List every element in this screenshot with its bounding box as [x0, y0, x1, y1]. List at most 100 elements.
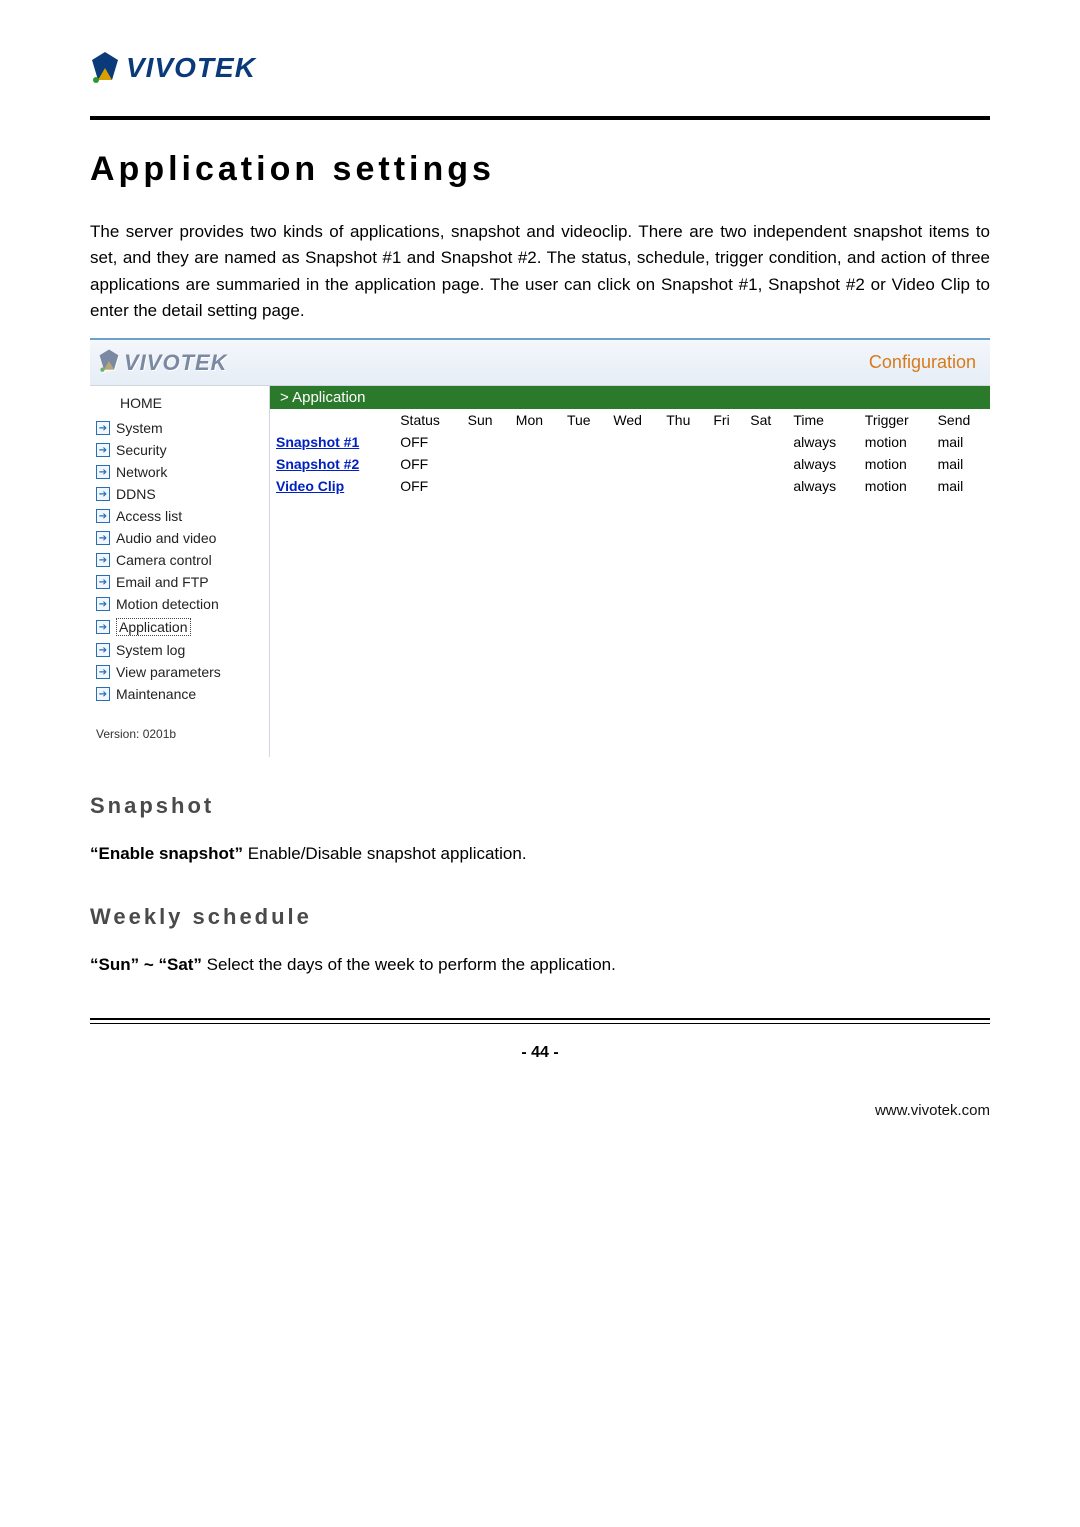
sidebar-item-ddns[interactable]: ➔ DDNS — [90, 483, 269, 505]
sidebar-item-home[interactable]: HOME — [90, 392, 269, 417]
col-sat: Sat — [744, 409, 787, 431]
time-cell: always — [787, 475, 858, 497]
sidebar-item-label: Application — [116, 618, 191, 636]
configuration-screenshot: VIVOTEK Configuration HOME ➔ System ➔ Se… — [90, 338, 990, 757]
sidebar-item-email-ftp[interactable]: ➔ Email and FTP — [90, 571, 269, 593]
videoclip-link[interactable]: Video Clip — [276, 478, 344, 494]
configuration-label: Configuration — [869, 352, 976, 373]
sidebar-item-label: System — [116, 420, 163, 436]
arrow-right-icon: ➔ — [96, 531, 110, 545]
status-cell: OFF — [394, 453, 461, 475]
application-table: Status Sun Mon Tue Wed Thu Fri Sat Time … — [270, 409, 990, 497]
sidebar-item-label: Email and FTP — [116, 574, 209, 590]
col-status: Status — [394, 409, 461, 431]
config-main: > Application Status Sun Mon Tue Wed Thu… — [270, 386, 990, 497]
arrow-right-icon: ➔ — [96, 687, 110, 701]
sidebar-item-label: Motion detection — [116, 596, 219, 612]
col-name — [270, 409, 394, 431]
sidebar-item-view-parameters[interactable]: ➔ View parameters — [90, 661, 269, 683]
page-number: - 44 - — [90, 1044, 990, 1062]
send-cell: mail — [932, 475, 990, 497]
sidebar-item-label: Camera control — [116, 552, 212, 568]
arrow-right-icon: ➔ — [96, 487, 110, 501]
snapshot1-link[interactable]: Snapshot #1 — [276, 434, 359, 450]
document-page: VIVOTEK Application settings The server … — [0, 0, 1080, 1159]
col-trigger: Trigger — [859, 409, 932, 431]
sidebar-item-label: HOME — [120, 395, 162, 411]
config-logo-icon — [98, 348, 120, 377]
trigger-cell: motion — [859, 453, 932, 475]
snapshot-line-text: Enable/Disable snapshot application. — [243, 844, 527, 863]
table-row: Snapshot #2 OFF always motion mail — [270, 453, 990, 475]
sidebar-item-security[interactable]: ➔ Security — [90, 439, 269, 461]
status-cell: OFF — [394, 431, 461, 453]
sidebar-version: Version: 0201b — [90, 705, 269, 747]
sidebar-item-audio-video[interactable]: ➔ Audio and video — [90, 527, 269, 549]
col-time: Time — [787, 409, 858, 431]
sidebar-item-motion-detection[interactable]: ➔ Motion detection — [90, 593, 269, 615]
sidebar-item-system[interactable]: ➔ System — [90, 417, 269, 439]
sidebar-item-label: System log — [116, 642, 185, 658]
divider-double — [90, 1018, 990, 1024]
sidebar-item-access-list[interactable]: ➔ Access list — [90, 505, 269, 527]
weekly-line-label: “Sun” ~ “Sat” — [90, 955, 202, 974]
sidebar-item-label: Audio and video — [116, 530, 216, 546]
table-row: Video Clip OFF always motion mail — [270, 475, 990, 497]
config-logo: VIVOTEK — [98, 348, 228, 377]
time-cell: always — [787, 431, 858, 453]
col-thu: Thu — [660, 409, 707, 431]
snapshot-line: “Enable snapshot” Enable/Disable snapsho… — [90, 841, 990, 867]
weekly-line: “Sun” ~ “Sat” Select the days of the wee… — [90, 952, 990, 978]
sidebar-item-camera-control[interactable]: ➔ Camera control — [90, 549, 269, 571]
arrow-right-icon: ➔ — [96, 465, 110, 479]
sidebar-item-label: DDNS — [116, 486, 156, 502]
page-title: Application settings — [90, 150, 990, 189]
vivotek-logo-icon — [90, 50, 120, 86]
config-sidebar: HOME ➔ System ➔ Security ➔ Network ➔ DDN… — [90, 386, 270, 757]
arrow-right-icon: ➔ — [96, 597, 110, 611]
arrow-right-icon: ➔ — [96, 620, 110, 634]
col-wed: Wed — [607, 409, 660, 431]
arrow-right-icon: ➔ — [96, 553, 110, 567]
table-header-row: Status Sun Mon Tue Wed Thu Fri Sat Time … — [270, 409, 990, 431]
send-cell: mail — [932, 431, 990, 453]
sidebar-item-label: View parameters — [116, 664, 221, 680]
vivotek-logo-text: VIVOTEK — [126, 52, 256, 84]
status-cell: OFF — [394, 475, 461, 497]
divider-thick — [90, 116, 990, 120]
breadcrumb: > Application — [270, 386, 990, 409]
table-row: Snapshot #1 OFF always motion mail — [270, 431, 990, 453]
snapshot-heading: Snapshot — [90, 793, 990, 819]
arrow-right-icon: ➔ — [96, 443, 110, 457]
sidebar-item-system-log[interactable]: ➔ System log — [90, 639, 269, 661]
col-mon: Mon — [510, 409, 561, 431]
sidebar-item-label: Network — [116, 464, 167, 480]
col-tue: Tue — [561, 409, 607, 431]
arrow-right-icon: ➔ — [96, 575, 110, 589]
snapshot2-link[interactable]: Snapshot #2 — [276, 456, 359, 472]
intro-paragraph: The server provides two kinds of applica… — [90, 219, 990, 324]
arrow-right-icon: ➔ — [96, 643, 110, 657]
time-cell: always — [787, 453, 858, 475]
sidebar-item-network[interactable]: ➔ Network — [90, 461, 269, 483]
sidebar-item-label: Security — [116, 442, 167, 458]
sidebar-item-label: Maintenance — [116, 686, 196, 702]
arrow-right-icon: ➔ — [96, 421, 110, 435]
col-fri: Fri — [707, 409, 744, 431]
config-topbar: VIVOTEK Configuration — [90, 340, 990, 386]
col-send: Send — [932, 409, 990, 431]
trigger-cell: motion — [859, 475, 932, 497]
trigger-cell: motion — [859, 431, 932, 453]
config-logo-text: VIVOTEK — [124, 350, 228, 376]
sidebar-item-application[interactable]: ➔ Application — [90, 615, 269, 639]
arrow-right-icon: ➔ — [96, 509, 110, 523]
arrow-right-icon: ➔ — [96, 665, 110, 679]
weekly-line-text: Select the days of the week to perform t… — [202, 955, 616, 974]
send-cell: mail — [932, 453, 990, 475]
footer-url: www.vivotek.com — [90, 1102, 990, 1119]
vivotek-logo: VIVOTEK — [90, 50, 990, 86]
config-body: HOME ➔ System ➔ Security ➔ Network ➔ DDN… — [90, 386, 990, 757]
sidebar-item-maintenance[interactable]: ➔ Maintenance — [90, 683, 269, 705]
sidebar-item-label: Access list — [116, 508, 182, 524]
col-sun: Sun — [462, 409, 510, 431]
